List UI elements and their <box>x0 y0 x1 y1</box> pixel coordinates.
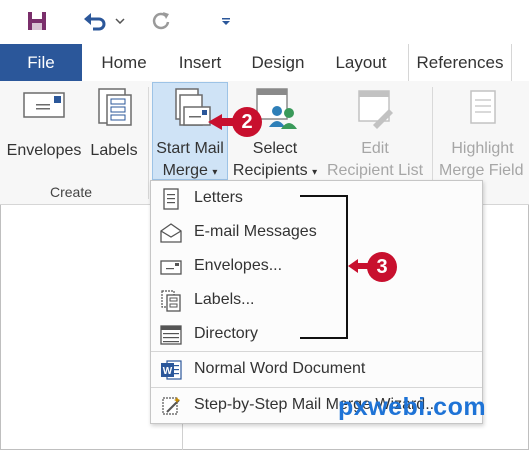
menu-separator <box>151 387 482 388</box>
ribbon-tabs: File Home Insert Design Layout Reference… <box>0 44 529 82</box>
customize-qat-icon[interactable] <box>216 8 236 34</box>
tab-home[interactable]: Home <box>92 44 156 81</box>
menu-item-label: Normal Word Document <box>194 360 366 377</box>
start-mail-merge-button[interactable]: Start Mail Merge ▾ <box>152 87 228 184</box>
edit-recipient-list-icon <box>358 90 393 129</box>
menu-items-bracket <box>300 195 348 339</box>
save-icon[interactable] <box>24 8 50 34</box>
envelope-icon <box>160 260 182 275</box>
menu-item-label: Letters <box>194 189 243 206</box>
repeat-icon[interactable] <box>148 8 174 34</box>
letter-document-icon <box>163 188 179 210</box>
word-icon: W <box>161 360 182 380</box>
edit-label-1: Edit <box>361 140 389 157</box>
email-icon <box>160 223 182 243</box>
menu-item-label: Labels... <box>194 291 255 308</box>
callout-step-3: 3 <box>367 252 397 282</box>
menu-item-label: Directory <box>194 325 259 342</box>
highlight-label-1: Highlight <box>451 140 514 157</box>
directory-icon <box>160 325 182 345</box>
dropdown-arrow-icon: ▾ <box>312 167 318 178</box>
tab-insert[interactable]: Insert <box>170 44 230 81</box>
envelope-icon <box>23 92 65 118</box>
tab-layout[interactable]: Layout <box>326 44 396 81</box>
labels-label: Labels <box>90 142 138 159</box>
start-mail-merge-icon <box>175 88 211 126</box>
start-mail-merge-label-1: Start Mail <box>156 140 224 157</box>
menu-item-label: E-mail Messages <box>194 223 317 240</box>
edit-recipient-list-button[interactable]: Edit Recipient List <box>322 87 428 182</box>
dropdown-arrow-icon: ▾ <box>212 167 218 178</box>
tab-file[interactable]: File <box>0 44 82 81</box>
menu-item-normal-word-document[interactable]: W Normal Word Document <box>151 354 482 386</box>
quick-access-toolbar <box>0 0 529 44</box>
labels-button[interactable]: Labels <box>86 87 142 162</box>
highlight-merge-fields-icon <box>469 90 496 124</box>
group-separator <box>148 87 149 199</box>
wizard-icon <box>162 397 180 415</box>
envelopes-label: Envelopes <box>6 142 82 159</box>
watermark: pxwebi.com <box>338 393 487 421</box>
callout-arrow-icon <box>208 114 234 130</box>
labels-icon <box>161 290 181 312</box>
select-recipients-label-2-text: Recipients <box>232 162 308 179</box>
tab-design[interactable]: Design <box>244 44 312 81</box>
callout-step-2: 2 <box>232 107 262 137</box>
menu-separator <box>151 351 482 352</box>
callout-arrow-icon <box>348 259 368 273</box>
labels-icon <box>98 88 132 126</box>
select-recipients-label-1: Select <box>252 140 298 157</box>
svg-text:W: W <box>163 366 173 377</box>
envelopes-button[interactable]: Envelopes <box>4 89 84 162</box>
highlight-merge-fields-button[interactable]: Highlight Merge Field <box>436 87 529 182</box>
menu-item-label: Envelopes... <box>194 257 283 274</box>
highlight-label-2: Merge Field <box>439 162 524 179</box>
create-group-label: Create <box>50 184 93 200</box>
undo-icon[interactable] <box>82 8 108 34</box>
edit-label-2: Recipient List <box>326 162 424 179</box>
tab-references[interactable]: References <box>408 44 512 81</box>
start-mail-merge-label-2-text: Merge <box>162 162 208 179</box>
undo-dropdown-icon[interactable] <box>112 8 128 34</box>
